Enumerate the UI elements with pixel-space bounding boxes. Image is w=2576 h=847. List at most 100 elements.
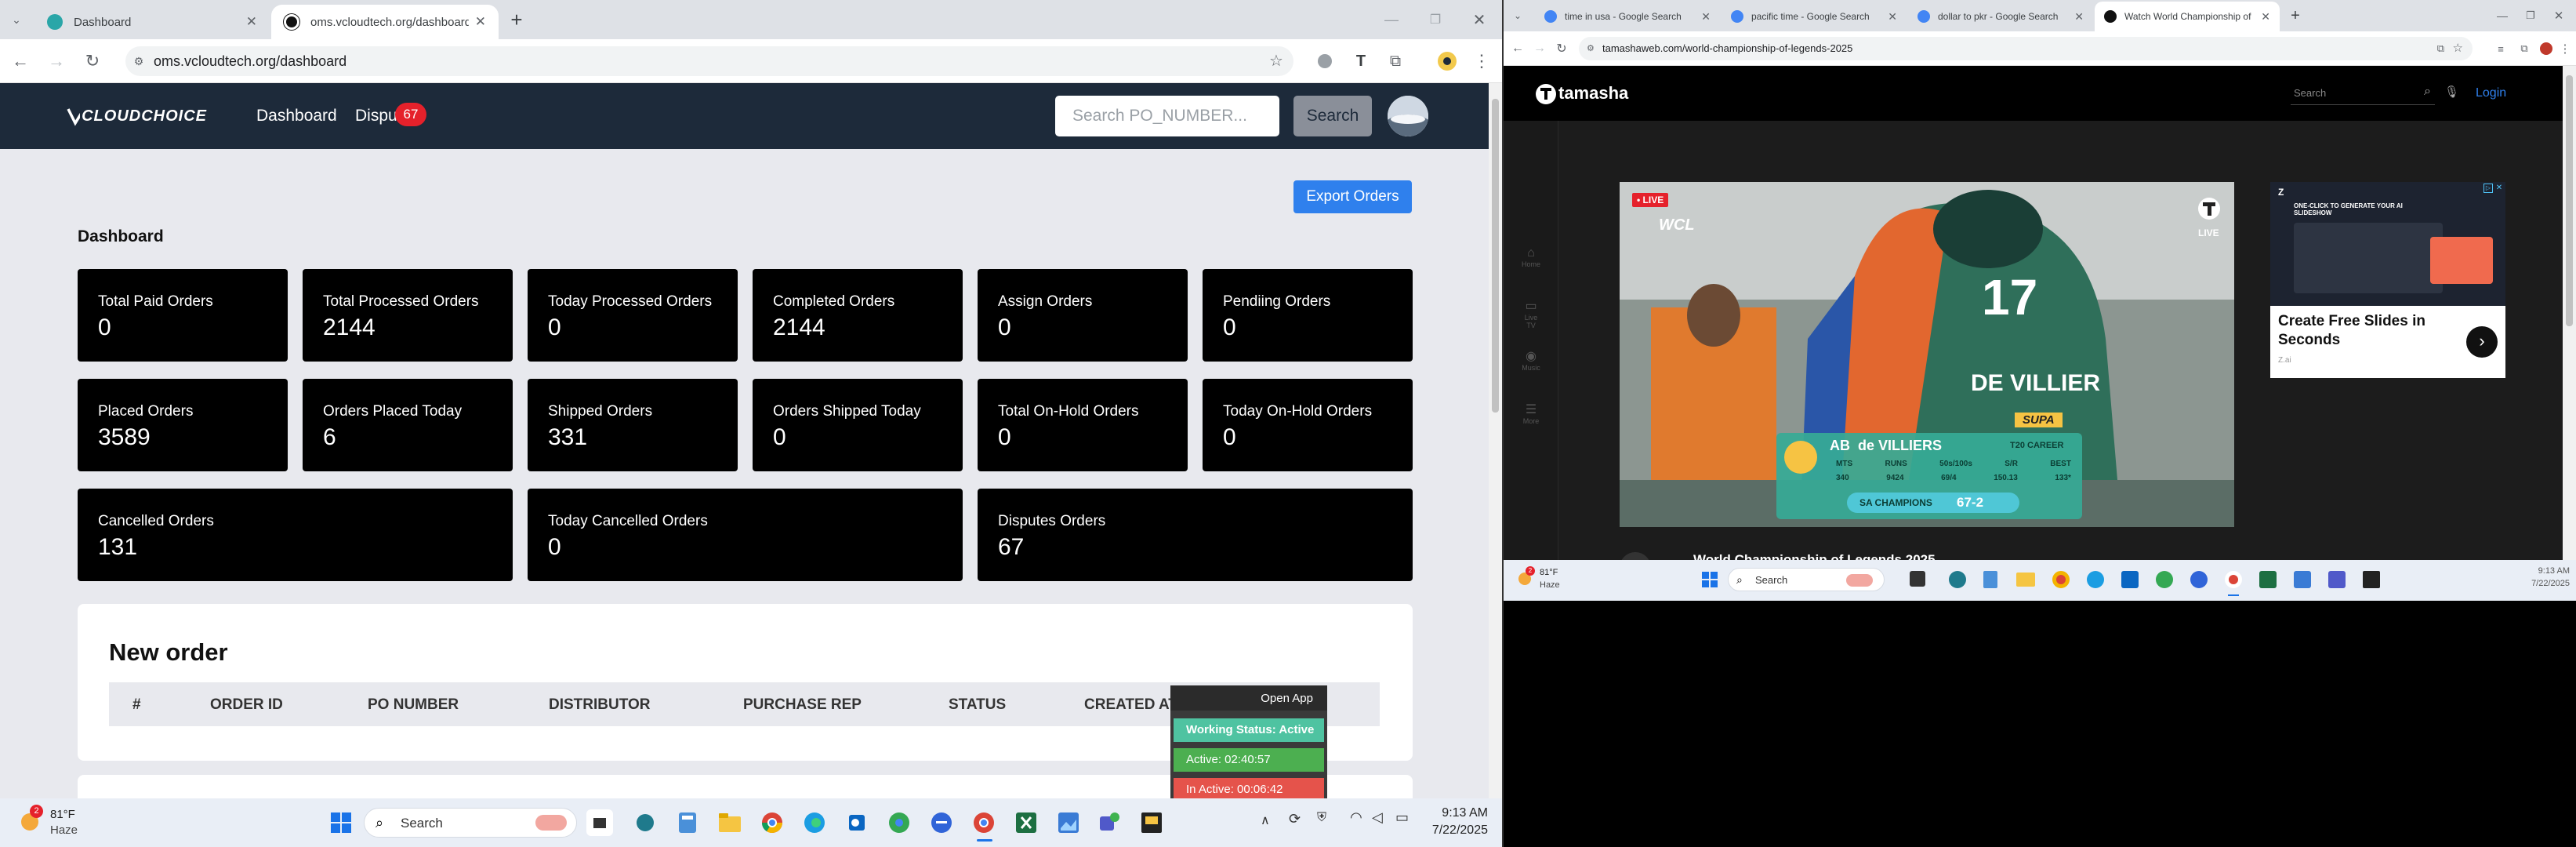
stat-card-assign[interactable]: Assign Orders 0 — [978, 269, 1188, 362]
tamasha-logo[interactable]: tamasha — [1535, 80, 1628, 107]
chrome-active-icon[interactable] — [2225, 571, 2242, 588]
photos-icon[interactable] — [1055, 809, 1082, 836]
close-tab-icon[interactable]: ✕ — [246, 14, 257, 30]
bookmark-star-icon[interactable]: ☆ — [1268, 53, 1284, 70]
tab-pacific-time[interactable]: pacific time - Google Search ✕ — [1722, 2, 1907, 31]
ad-next-arrow-icon[interactable]: › — [2466, 326, 2498, 358]
stat-card-total-on-hold[interactable]: Total On-Hold Orders 0 — [978, 379, 1188, 471]
open-app-button[interactable]: Open App — [1261, 692, 1313, 705]
stat-card-completed[interactable]: Completed Orders 2144 — [753, 269, 963, 362]
teams-icon[interactable] — [1096, 809, 1123, 836]
ad-banner[interactable]: Z ONE-CLICK TO GENERATE YOUR AI SLIDESHO… — [2270, 182, 2505, 378]
tab-dashboard[interactable]: Dashboard ✕ — [34, 5, 270, 39]
vpn-shield-icon[interactable]: ⛨ — [1317, 811, 1326, 825]
clock-time[interactable]: 9:13 AM — [1422, 806, 1488, 820]
stat-card-cancelled[interactable]: Cancelled Orders 131 — [78, 489, 513, 581]
scrollbar-thumb[interactable] — [2566, 75, 2573, 326]
clock-time[interactable]: 9:13 AM — [2499, 566, 2570, 576]
stat-card-pending[interactable]: Pendiing Orders 0 — [1203, 269, 1413, 362]
minimize-icon[interactable]: — — [2493, 6, 2512, 25]
tamasha-search-input[interactable]: Search — [2291, 83, 2435, 105]
close-tab-icon[interactable]: ✕ — [2074, 10, 2084, 24]
edge-dev-icon[interactable] — [632, 809, 659, 836]
back-arrow-icon[interactable]: ← — [9, 50, 31, 72]
taskbar-search-box[interactable]: ⌕ Search — [1728, 568, 1885, 591]
stat-card-disputes[interactable]: Disputes Orders 67 — [978, 489, 1413, 581]
sidebar-home[interactable]: ⌂ Home — [1519, 246, 1543, 268]
search-button[interactable]: Search — [1293, 96, 1372, 136]
address-bar[interactable]: ⚙ oms.vcloudtech.org/dashboard ☆ — [125, 46, 1293, 76]
file-explorer-icon[interactable] — [717, 809, 743, 836]
brand-logo[interactable]: CLOUDCHOICE — [66, 104, 207, 129]
forward-arrow-icon[interactable]: → — [45, 50, 67, 72]
new-tab-plus-icon[interactable]: + — [505, 8, 528, 31]
chrome-profile-icon[interactable] — [886, 809, 912, 836]
right-address-bar[interactable]: ⚙ tamashaweb.com/world-championship-of-l… — [1579, 37, 2473, 60]
file-explorer-icon[interactable] — [2016, 573, 2035, 587]
tab-dollar-to-pkr[interactable]: dollar to pkr - Google Search ✕ — [1908, 2, 2093, 31]
profile-avatar-icon[interactable] — [2540, 42, 2552, 55]
search-icon[interactable]: ⌕ — [2424, 85, 2431, 99]
adchoices-icon[interactable]: ▷ — [2483, 184, 2493, 193]
excel-icon[interactable] — [2259, 571, 2277, 588]
calculator-icon[interactable] — [674, 809, 701, 836]
login-link[interactable]: Login — [2476, 86, 2506, 100]
stat-card-shipped-today[interactable]: Orders Shipped Today 0 — [753, 379, 963, 471]
tab-time-in-usa[interactable]: time in usa - Google Search ✕ — [1535, 2, 1720, 31]
chrome-icon[interactable] — [2052, 571, 2070, 588]
ad-close-icon[interactable]: ✕ — [2494, 184, 2504, 193]
stat-card-total-paid[interactable]: Total Paid Orders 0 — [78, 269, 288, 362]
photos-icon[interactable] — [2294, 571, 2311, 588]
stat-card-placed[interactable]: Placed Orders 3589 — [78, 379, 288, 471]
stat-card-total-processed[interactable]: Total Processed Orders 2144 — [303, 269, 513, 362]
stat-card-placed-today[interactable]: Orders Placed Today 6 — [303, 379, 513, 471]
stat-card-today-on-hold[interactable]: Today On-Hold Orders 0 — [1203, 379, 1413, 471]
battery-icon[interactable]: ▭ — [1395, 809, 1409, 826]
excel-icon[interactable] — [1013, 809, 1039, 836]
reload-icon[interactable]: ↻ — [1554, 41, 1569, 56]
back-arrow-icon[interactable]: ← — [1510, 41, 1526, 56]
site-info-icon[interactable]: ⚙ — [1587, 37, 1595, 60]
close-tab-icon[interactable]: ✕ — [475, 14, 486, 30]
export-orders-button[interactable]: Export Orders — [1293, 180, 1412, 213]
task-view-icon[interactable] — [1910, 571, 1925, 587]
restore-icon[interactable]: ❐ — [1424, 8, 1447, 31]
po-search-input[interactable]: Search PO_NUMBER... — [1055, 96, 1279, 136]
sidebar-music[interactable]: ◉ Music — [1519, 348, 1543, 372]
microphone-icon[interactable]: 🎙 — [2444, 85, 2459, 99]
close-tab-icon[interactable]: ✕ — [2261, 10, 2270, 24]
sticky-notes-icon[interactable] — [1138, 809, 1165, 836]
scrollbar-thumb[interactable] — [1492, 99, 1499, 413]
user-avatar[interactable] — [1388, 96, 1428, 136]
messenger-icon[interactable] — [928, 809, 955, 836]
tab-watch-wcl[interactable]: Watch World Championship of ✕ — [2095, 2, 2280, 31]
taskbar-search-box[interactable]: ⌕ Search — [364, 808, 577, 838]
close-window-icon[interactable]: ✕ — [2549, 6, 2568, 25]
close-window-icon[interactable]: ✕ — [1468, 8, 1491, 31]
site-info-icon[interactable]: ⚙ — [132, 54, 146, 68]
edge-dev-icon[interactable] — [1949, 571, 1966, 588]
extension-globe-icon[interactable] — [1314, 50, 1336, 72]
profile-avatar-icon[interactable] — [1436, 50, 1458, 72]
extensions-puzzle-icon[interactable]: ⧉ — [1384, 50, 1406, 72]
reload-icon[interactable]: ↻ — [82, 50, 103, 72]
nav-disputes-link[interactable]: Dispu — [355, 107, 397, 125]
teams-icon[interactable] — [2328, 571, 2346, 588]
page-scrollbar[interactable] — [1489, 83, 1502, 798]
nav-dashboard-link[interactable]: Dashboard — [256, 107, 337, 125]
browser-menu-icon[interactable]: ⋮ — [2559, 41, 2571, 56]
wifi-icon[interactable]: ◠ — [1350, 809, 1362, 826]
chrome-icon[interactable] — [759, 809, 785, 836]
close-tab-icon[interactable]: ✕ — [1701, 10, 1711, 24]
bookmark-star-icon[interactable]: ☆ — [2453, 37, 2463, 60]
install-app-icon[interactable]: ⧉ — [2437, 37, 2444, 60]
restore-icon[interactable]: ❐ — [2521, 6, 2540, 25]
messenger-icon[interactable] — [2190, 571, 2208, 588]
windows-start-icon[interactable] — [1701, 571, 1718, 588]
right-page-scrollbar[interactable] — [2563, 66, 2576, 560]
minimize-icon[interactable]: — — [1380, 8, 1403, 31]
stat-card-shipped[interactable]: Shipped Orders 331 — [528, 379, 738, 471]
new-tab-plus-icon[interactable]: + — [2286, 6, 2305, 25]
volume-icon[interactable]: ◁ — [1372, 809, 1383, 826]
chrome-active-icon[interactable] — [971, 809, 997, 836]
